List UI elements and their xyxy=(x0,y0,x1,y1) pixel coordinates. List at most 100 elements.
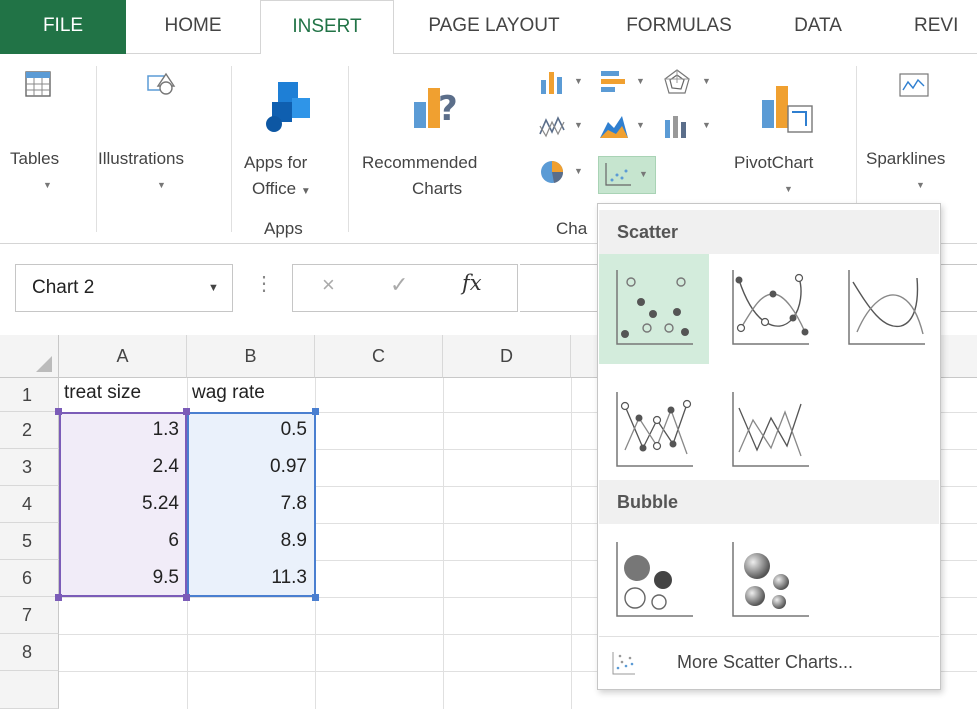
stock-chart-button[interactable]: ▼ xyxy=(660,110,716,144)
row-header-3[interactable]: 3 xyxy=(0,449,59,486)
recommended-charts-label-2: Charts xyxy=(412,179,463,198)
chevron-down-icon: ▼ xyxy=(636,120,645,130)
divider xyxy=(231,66,232,232)
pivotchart-icon xyxy=(762,86,813,133)
chevron-down-icon: ▼ xyxy=(916,180,925,190)
column-header-a[interactable]: A xyxy=(59,335,187,378)
scatter-straight-lines-icon xyxy=(732,392,809,467)
name-box[interactable]: Chart 2 ▼ xyxy=(15,264,233,312)
chevron-down-icon: ▼ xyxy=(636,76,645,86)
column-header-b[interactable]: B xyxy=(187,335,315,378)
office-store-icon xyxy=(266,82,310,132)
range-handle[interactable] xyxy=(55,408,62,415)
row-header-5[interactable]: 5 xyxy=(0,523,59,560)
tab-review[interactable]: REVI xyxy=(872,0,977,54)
cell-a2[interactable]: 1.3 xyxy=(59,419,187,441)
cell-b5[interactable]: 8.9 xyxy=(187,530,315,552)
row-header-7[interactable]: 7 xyxy=(0,597,59,634)
cell-b4[interactable]: 7.8 xyxy=(187,493,315,515)
line-chart-button[interactable]: ▼ xyxy=(536,110,592,144)
row-header-1[interactable]: 1 xyxy=(0,378,59,412)
name-box-value: Chart 2 xyxy=(32,277,95,298)
chevron-down-icon: ▼ xyxy=(300,186,311,197)
row-header-8[interactable]: 8 xyxy=(0,634,59,671)
range-handle[interactable] xyxy=(183,408,190,415)
cell-a4[interactable]: 5.24 xyxy=(59,493,187,515)
recommended-charts-icon: ? xyxy=(414,88,458,129)
row-header-6[interactable]: 6 xyxy=(0,560,59,597)
bar-chart-button[interactable]: ▼ xyxy=(596,66,652,100)
cell-a3[interactable]: 2.4 xyxy=(59,456,187,478)
tab-formulas[interactable]: FORMULAS xyxy=(594,0,764,54)
cell-a6[interactable]: 9.5 xyxy=(59,567,187,589)
select-all-corner[interactable] xyxy=(0,335,59,378)
tab-file[interactable]: FILE xyxy=(0,0,126,54)
chevron-down-icon: ▼ xyxy=(702,120,711,130)
bubble-section-title: Bubble xyxy=(599,480,939,524)
column-chart-button[interactable]: ▼ xyxy=(536,66,592,100)
stock-chart-icon xyxy=(665,116,686,138)
chevron-down-icon[interactable]: ▼ xyxy=(208,282,219,294)
bubble-option[interactable] xyxy=(599,526,709,636)
column-header-d[interactable]: D xyxy=(443,335,571,378)
radar-chart-button[interactable]: ▼ xyxy=(660,66,716,100)
range-handle[interactable] xyxy=(55,594,62,601)
scatter-chart-button[interactable]: ▼ xyxy=(598,156,656,194)
row-header-2[interactable]: 2 xyxy=(0,412,59,449)
cell-b3[interactable]: 0.97 xyxy=(187,456,315,478)
cell-b1[interactable]: wag rate xyxy=(192,382,265,404)
cell-a5[interactable]: 6 xyxy=(59,530,187,552)
scatter-section-title: Scatter xyxy=(599,210,939,254)
cell-a1[interactable]: treat size xyxy=(64,382,141,404)
group-label-apps: Apps xyxy=(264,219,303,238)
scatter-smooth-lines-option[interactable] xyxy=(831,254,941,364)
tab-page-layout[interactable]: PAGE LAYOUT xyxy=(394,0,594,54)
shapes-icon xyxy=(147,72,176,95)
row-header-9[interactable] xyxy=(0,671,59,709)
scatter-chart-dropdown: Scatter Bubble More Scatter Charts... xyxy=(597,203,941,690)
area-chart-button[interactable]: ▼ xyxy=(596,110,652,144)
scatter-chart-icon xyxy=(605,163,631,186)
ribbon-tab-bar: FILE HOME INSERT PAGE LAYOUT FORMULAS DA… xyxy=(0,0,977,55)
line-chart-icon xyxy=(539,116,565,138)
bubble-3d-option[interactable] xyxy=(715,526,825,636)
scatter-smooth-markers-option[interactable] xyxy=(715,254,825,364)
sparkline-icon xyxy=(899,73,929,97)
illustrations-button[interactable]: Illustrations ▼ xyxy=(98,60,228,230)
column-header-c[interactable]: C xyxy=(315,335,443,378)
range-handle[interactable] xyxy=(183,594,190,601)
pivotchart-label: PivotChart xyxy=(734,153,814,172)
scatter-straight-markers-option[interactable] xyxy=(599,376,709,486)
pie-chart-button[interactable]: ▼ xyxy=(536,156,592,190)
enter-icon[interactable]: ✓ xyxy=(390,272,408,298)
bubble-3d-icon xyxy=(732,542,809,617)
scatter-straight-lines-option[interactable] xyxy=(715,376,825,486)
range-handle[interactable] xyxy=(312,594,319,601)
recommended-charts-button[interactable]: ? Recommended Charts xyxy=(356,60,524,210)
sparklines-label: Sparklines xyxy=(866,149,946,168)
scatter-smooth-lines-icon xyxy=(848,270,925,345)
gridline xyxy=(443,378,444,709)
chevron-down-icon: ▼ xyxy=(784,184,793,194)
illustrations-label: Illustrations xyxy=(98,149,184,168)
cell-b6[interactable]: 11.3 xyxy=(187,567,315,589)
chevron-down-icon: ▼ xyxy=(574,120,583,130)
more-scatter-charts-link[interactable]: More Scatter Charts... xyxy=(599,636,939,688)
insert-function-icon[interactable]: fx xyxy=(462,271,482,295)
apps-for-office-button[interactable]: Apps for Office ▼ xyxy=(236,60,342,210)
tables-button[interactable]: Tables ▼ xyxy=(6,60,94,230)
range-handle[interactable] xyxy=(312,408,319,415)
bar-chart-icon xyxy=(601,71,625,92)
tab-insert[interactable]: INSERT xyxy=(260,0,394,55)
bubble-icon xyxy=(616,542,693,617)
tab-home[interactable]: HOME xyxy=(126,0,260,54)
tab-data[interactable]: DATA xyxy=(764,0,872,54)
more-options-icon[interactable]: ⋮ xyxy=(254,271,274,296)
area-chart-icon xyxy=(600,116,628,138)
scatter-option[interactable] xyxy=(599,254,709,364)
cell-b2[interactable]: 0.5 xyxy=(187,419,315,441)
pie-chart-icon xyxy=(541,161,564,183)
cancel-icon[interactable]: × xyxy=(322,272,335,298)
apps-for-office-label-2: Office ▼ xyxy=(252,179,311,198)
row-header-4[interactable]: 4 xyxy=(0,486,59,523)
